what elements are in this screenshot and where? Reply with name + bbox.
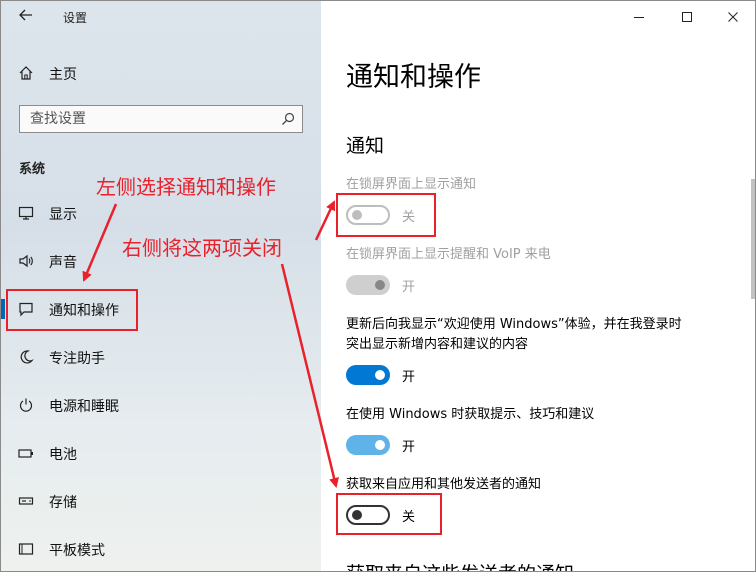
back-button[interactable] bbox=[15, 7, 37, 27]
toggle-state: 开 bbox=[402, 440, 416, 455]
toggle-lock-screen-voip[interactable] bbox=[346, 275, 390, 295]
toggle-knob bbox=[375, 280, 385, 290]
selected-indicator bbox=[1, 299, 5, 319]
sidebar-item-label: 专注助手 bbox=[49, 351, 105, 367]
section-label-system: 系统 bbox=[19, 162, 46, 177]
setting-label-tips-tricks: 在使用 Windows 时获取提示、技巧和建议 bbox=[346, 407, 595, 422]
setting-label-app-notifications: 获取来自应用和其他发送者的通知 bbox=[346, 477, 542, 492]
sidebar-item-battery[interactable]: 电池 bbox=[1, 437, 321, 469]
monitor-icon bbox=[17, 204, 35, 222]
setting-label-lock-screen-voip: 在锁屏界面上显示提醒和 VoIP 来电 bbox=[346, 247, 551, 262]
search-input[interactable] bbox=[20, 106, 290, 132]
sidebar-item-label: 电源和睡眠 bbox=[49, 399, 119, 415]
battery-icon bbox=[17, 444, 35, 462]
group-title: 通知 bbox=[346, 135, 385, 157]
page-title: 通知和操作 bbox=[346, 62, 481, 93]
content-pane: 通知和操作 通知 在锁屏界面上显示通知 关 在锁屏界面上显示提醒和 VoIP 来… bbox=[321, 1, 755, 571]
close-button[interactable] bbox=[721, 7, 745, 27]
close-icon bbox=[728, 12, 738, 22]
nav-home-label: 主页 bbox=[49, 67, 77, 83]
sidebar-item-tablet-mode[interactable]: 平板模式 bbox=[1, 533, 321, 565]
annotation-box-toggle-2 bbox=[336, 493, 442, 535]
back-arrow-icon bbox=[19, 9, 32, 21]
nav-home[interactable]: 主页 bbox=[1, 57, 321, 89]
home-icon bbox=[17, 64, 35, 82]
annotation-box-sidebar bbox=[6, 289, 138, 331]
sidebar-item-label: 显示 bbox=[49, 207, 77, 223]
power-icon bbox=[17, 396, 35, 414]
settings-window: 设置 主页 系统 显示 声音 bbox=[0, 0, 756, 572]
storage-icon bbox=[17, 492, 35, 510]
window-title: 设置 bbox=[63, 11, 88, 25]
search-box[interactable] bbox=[19, 105, 303, 133]
sidebar-item-label: 存储 bbox=[49, 495, 77, 511]
sidebar: 设置 主页 系统 显示 声音 bbox=[1, 1, 321, 571]
toggle-state: 开 bbox=[402, 280, 416, 295]
annotation-right-note: 右侧将这两项关闭 bbox=[122, 236, 282, 260]
scrollbar[interactable] bbox=[751, 179, 755, 299]
toggle-state: 开 bbox=[402, 370, 416, 385]
title-bar: 设置 bbox=[1, 1, 321, 35]
annotation-left-note: 左侧选择通知和操作 bbox=[96, 175, 276, 199]
sidebar-item-focus-assist[interactable]: 专注助手 bbox=[1, 341, 321, 373]
sidebar-item-label: 声音 bbox=[49, 255, 77, 271]
sidebar-item-storage[interactable]: 存储 bbox=[1, 485, 321, 517]
toggle-tips-tricks[interactable] bbox=[346, 435, 390, 455]
setting-label-welcome-experience-line2: 突出显示新增内容和建议的内容 bbox=[346, 337, 529, 352]
toggle-welcome-experience[interactable] bbox=[346, 365, 390, 385]
section-title-senders: 获取来自这些发送者的通知 bbox=[346, 559, 574, 571]
minimize-button[interactable] bbox=[627, 7, 651, 27]
toggle-knob bbox=[375, 370, 385, 380]
minimize-icon bbox=[634, 17, 644, 18]
sidebar-item-power-sleep[interactable]: 电源和睡眠 bbox=[1, 389, 321, 421]
annotation-box-toggle-1 bbox=[336, 193, 436, 237]
setting-label-lock-screen-notifications: 在锁屏界面上显示通知 bbox=[346, 177, 477, 192]
sidebar-item-label: 平板模式 bbox=[49, 543, 105, 559]
sidebar-item-label: 电池 bbox=[49, 447, 77, 463]
moon-icon bbox=[17, 348, 35, 366]
search-icon[interactable] bbox=[280, 111, 296, 127]
maximize-button[interactable] bbox=[675, 7, 699, 27]
setting-label-welcome-experience: 更新后向我显示“欢迎使用 Windows”体验，并在我登录时 bbox=[346, 317, 682, 332]
speaker-icon bbox=[17, 252, 35, 270]
maximize-icon bbox=[682, 12, 692, 22]
toggle-knob bbox=[375, 440, 385, 450]
sidebar-item-display[interactable]: 显示 bbox=[1, 197, 321, 229]
tablet-icon bbox=[17, 540, 35, 558]
